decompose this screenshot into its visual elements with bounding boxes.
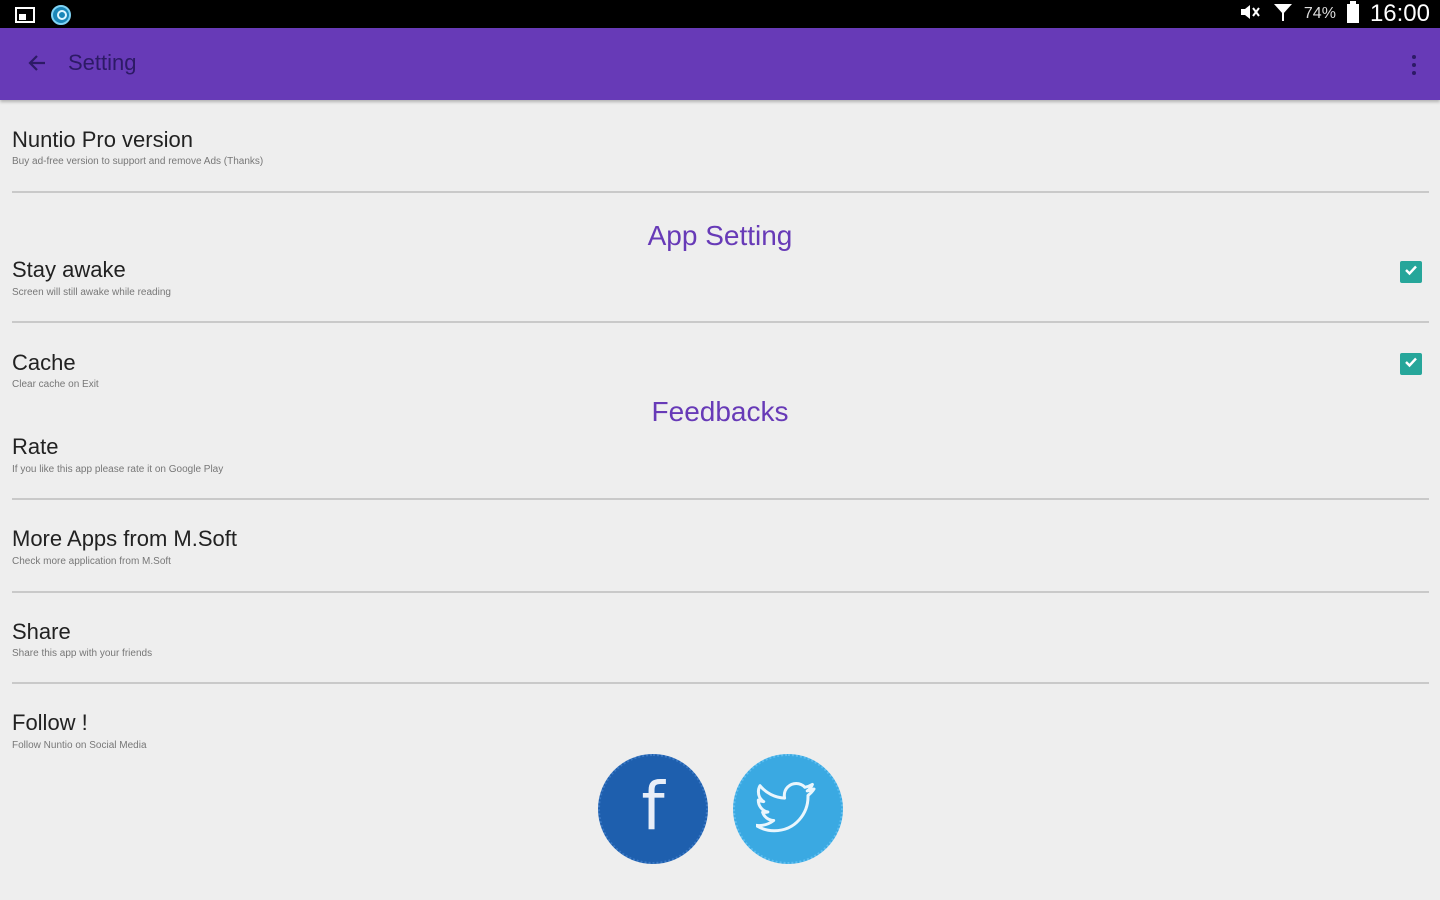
pref-title: Cache <box>12 350 76 375</box>
back-button[interactable] <box>20 48 54 82</box>
status-bar-right: 74% 16:00 <box>1238 0 1430 28</box>
section-header-feedbacks: Feedbacks <box>651 396 789 427</box>
app-notification-icon <box>50 4 72 31</box>
checkmark-icon <box>1403 262 1419 283</box>
overflow-menu-dot <box>1412 71 1416 75</box>
pref-title: Nuntio Pro version <box>12 127 193 152</box>
pref-rate[interactable]: Rate If you like this app please rate it… <box>0 425 1440 499</box>
status-bar: 74% 16:00 <box>0 0 1440 28</box>
mute-icon <box>1238 1 1262 28</box>
pref-title: Rate <box>12 434 59 459</box>
pref-summary: Share this app with your friends <box>12 648 153 659</box>
battery-icon <box>1346 0 1360 29</box>
pref-title: More Apps from M.Soft <box>12 526 237 551</box>
pref-title: Follow ! <box>12 710 88 735</box>
pref-pro-version[interactable]: Nuntio Pro version Buy ad-free version t… <box>0 100 1440 192</box>
stay-awake-checkbox[interactable] <box>1400 261 1422 283</box>
pref-stay-awake[interactable]: Stay awake Screen will still awake while… <box>0 250 1440 322</box>
pref-summary: Screen will still awake while reading <box>12 287 171 298</box>
pref-share[interactable]: Share Share this app with your friends <box>0 593 1440 682</box>
status-bar-left <box>14 4 72 31</box>
back-arrow-icon <box>25 51 49 80</box>
pref-summary: If you like this app please rate it on G… <box>12 464 224 475</box>
divider <box>12 191 1429 193</box>
pref-summary: Buy ad-free version to support and remov… <box>12 156 264 167</box>
twitter-bird-icon <box>754 779 820 840</box>
pref-more-apps[interactable]: More Apps from M.Soft Check more applica… <box>0 500 1440 591</box>
overflow-menu-button[interactable] <box>1402 50 1426 80</box>
screenshot-icon <box>14 5 36 30</box>
signal-icon <box>1272 1 1294 28</box>
checkmark-icon <box>1403 354 1419 375</box>
pref-summary: Follow Nuntio on Social Media <box>12 740 147 751</box>
status-time: 16:00 <box>1369 0 1430 27</box>
facebook-icon: f <box>641 768 665 845</box>
section-header-app-setting: App Setting <box>647 220 793 251</box>
page-title: Setting <box>68 50 137 75</box>
app-bar: Setting <box>0 28 1440 100</box>
pref-summary: Check more application from M.Soft <box>12 556 171 567</box>
pref-summary: Clear cache on Exit <box>12 379 99 390</box>
overflow-menu-icon <box>1412 55 1416 59</box>
overflow-menu-dot <box>1412 63 1416 67</box>
facebook-button[interactable]: f <box>598 754 708 864</box>
pref-follow: Follow ! Follow Nuntio on Social Media <box>0 684 1440 754</box>
twitter-button[interactable] <box>733 754 843 864</box>
cache-checkbox[interactable] <box>1400 353 1422 375</box>
pref-title: Share <box>12 619 71 644</box>
settings-screen: 74% 16:00 Setting Nuntio Pro version Buy… <box>0 0 1440 900</box>
pref-cache[interactable]: Cache Clear cache on Exit <box>0 340 1440 400</box>
pref-title: Stay awake <box>12 257 126 282</box>
divider <box>12 321 1429 323</box>
battery-percent: 74% <box>1303 5 1336 22</box>
